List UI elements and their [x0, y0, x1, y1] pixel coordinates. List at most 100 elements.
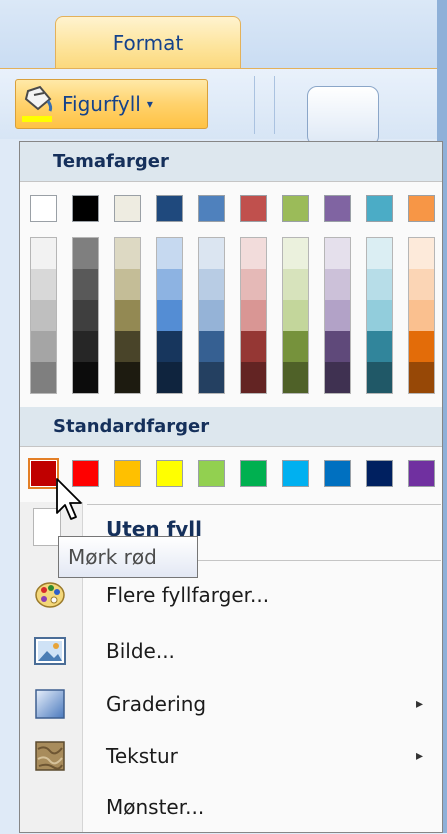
theme-tint-swatch[interactable] — [367, 331, 392, 362]
theme-tint-swatch[interactable] — [31, 238, 56, 269]
tab-format-label: Format — [112, 30, 184, 55]
theme-color-swatch[interactable] — [366, 195, 393, 222]
theme-tint-swatch[interactable] — [73, 269, 98, 300]
theme-color-swatch[interactable] — [156, 195, 183, 222]
standard-color-swatch-selected[interactable] — [28, 458, 59, 489]
theme-color-swatch[interactable] — [198, 195, 225, 222]
standard-color-swatch[interactable] — [114, 460, 141, 487]
theme-tint-swatch[interactable] — [409, 331, 434, 362]
theme-tint-swatch[interactable] — [367, 269, 392, 300]
theme-tint-swatch[interactable] — [199, 238, 224, 269]
submenu-arrow-icon: ▸ — [416, 696, 424, 712]
theme-tint-swatch[interactable] — [31, 300, 56, 331]
theme-tint-swatch[interactable] — [367, 238, 392, 269]
theme-tint-swatch[interactable] — [325, 362, 350, 393]
standard-color-swatch[interactable] — [156, 460, 183, 487]
gradient-item[interactable]: Gradering ▸ — [20, 677, 442, 731]
theme-tint-column — [114, 237, 141, 394]
theme-tint-swatch[interactable] — [31, 269, 56, 300]
theme-tint-swatch[interactable] — [241, 362, 266, 393]
theme-tint-swatch[interactable] — [115, 300, 140, 331]
mouse-cursor-icon — [55, 477, 85, 525]
theme-tint-column — [72, 237, 99, 394]
theme-tint-swatch[interactable] — [241, 331, 266, 362]
theme-tint-swatch[interactable] — [73, 238, 98, 269]
theme-tint-swatch[interactable] — [199, 269, 224, 300]
paint-bucket-icon — [20, 83, 60, 125]
theme-tint-swatch[interactable] — [409, 238, 434, 269]
theme-tint-swatch[interactable] — [115, 362, 140, 393]
theme-tint-swatch[interactable] — [409, 300, 434, 331]
theme-tint-swatch[interactable] — [367, 362, 392, 393]
theme-tint-swatch[interactable] — [409, 362, 434, 393]
theme-tint-swatch[interactable] — [199, 362, 224, 393]
shape-style-button[interactable] — [307, 86, 379, 146]
standard-color-swatch[interactable] — [282, 460, 309, 487]
theme-tint-swatch[interactable] — [115, 269, 140, 300]
gradient-label: Gradering — [106, 692, 207, 716]
color-tooltip: Mørk rød — [58, 536, 198, 578]
theme-tint-swatch[interactable] — [367, 300, 392, 331]
submenu-arrow-icon: ▸ — [416, 748, 424, 764]
theme-tint-swatch[interactable] — [73, 300, 98, 331]
theme-tint-column — [198, 237, 225, 394]
texture-item[interactable]: Tekstur ▸ — [20, 729, 442, 783]
standard-colors-header: Standardfarger — [20, 407, 442, 447]
theme-tint-swatch[interactable] — [283, 300, 308, 331]
more-fill-colors-label: Flere fyllfarger... — [106, 583, 270, 607]
theme-color-swatch[interactable] — [114, 195, 141, 222]
tab-format[interactable]: Format — [55, 16, 241, 68]
theme-tint-swatch[interactable] — [73, 331, 98, 362]
theme-tint-column — [30, 237, 57, 394]
theme-tint-swatch[interactable] — [283, 238, 308, 269]
standard-color-swatch[interactable] — [366, 460, 393, 487]
color-palette-icon — [33, 578, 67, 612]
theme-colors-label: Temafarger — [53, 151, 169, 172]
theme-tint-swatch[interactable] — [157, 269, 182, 300]
pattern-label: Mønster... — [106, 795, 205, 819]
shape-fill-label: Figurfyll — [62, 92, 141, 116]
gradient-icon — [33, 687, 67, 721]
standard-color-swatch[interactable] — [240, 460, 267, 487]
theme-tint-swatch[interactable] — [283, 269, 308, 300]
theme-tint-swatch[interactable] — [115, 331, 140, 362]
theme-tint-swatch[interactable] — [115, 238, 140, 269]
theme-color-swatch[interactable] — [408, 195, 435, 222]
theme-tint-swatch[interactable] — [409, 269, 434, 300]
theme-tint-swatch[interactable] — [157, 300, 182, 331]
pattern-item[interactable]: Mønster... — [20, 780, 442, 834]
theme-tint-swatch[interactable] — [283, 331, 308, 362]
standard-color-swatch[interactable] — [408, 460, 435, 487]
ribbon-separator — [254, 76, 255, 134]
picture-item[interactable]: Bilde... — [20, 624, 442, 678]
theme-tint-swatch[interactable] — [325, 300, 350, 331]
chevron-down-icon: ▾ — [146, 97, 153, 111]
theme-tint-swatch[interactable] — [325, 331, 350, 362]
shape-fill-button[interactable]: Figurfyll ▾ — [15, 79, 208, 129]
theme-tint-swatch[interactable] — [199, 300, 224, 331]
tooltip-text: Mørk rød — [68, 545, 157, 569]
theme-tint-swatch[interactable] — [157, 362, 182, 393]
theme-tint-swatch[interactable] — [325, 269, 350, 300]
theme-tint-swatch[interactable] — [199, 331, 224, 362]
standard-color-swatch[interactable] — [198, 460, 225, 487]
theme-tint-swatch[interactable] — [157, 238, 182, 269]
theme-color-swatch[interactable] — [30, 195, 57, 222]
standard-color-swatch[interactable] — [324, 460, 351, 487]
theme-color-swatch[interactable] — [72, 195, 99, 222]
theme-tint-swatch[interactable] — [325, 238, 350, 269]
theme-tint-swatch[interactable] — [73, 362, 98, 393]
theme-tint-swatch[interactable] — [241, 238, 266, 269]
ribbon-separator — [274, 76, 275, 134]
theme-tint-swatch[interactable] — [283, 362, 308, 393]
theme-tint-swatch[interactable] — [241, 269, 266, 300]
standard-colors-label: Standardfarger — [53, 416, 210, 437]
theme-color-swatch[interactable] — [282, 195, 309, 222]
theme-tint-swatch[interactable] — [31, 331, 56, 362]
theme-tint-swatch[interactable] — [31, 362, 56, 393]
theme-color-swatch[interactable] — [240, 195, 267, 222]
theme-tint-swatch[interactable] — [241, 300, 266, 331]
theme-colors-header: Temafarger — [20, 142, 442, 182]
theme-tint-swatch[interactable] — [157, 331, 182, 362]
theme-color-swatch[interactable] — [324, 195, 351, 222]
